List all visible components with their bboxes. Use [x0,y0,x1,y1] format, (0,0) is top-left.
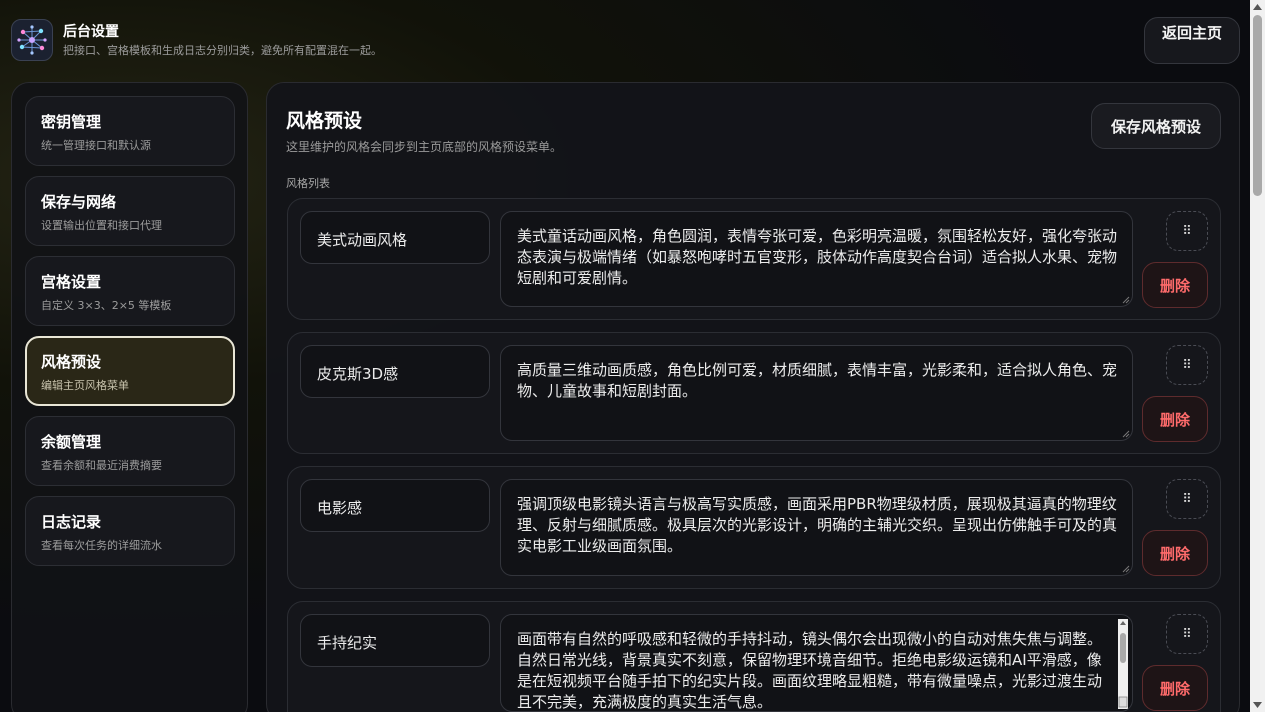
sidebar-item-title: 风格预设 [41,353,102,371]
style-desc-text: 强调顶级电影镜头语言与极高写实质感，画面采用PBR物理级材质，展现极其逼真的物理… [517,495,1118,555]
delete-button[interactable]: 删除 [1142,665,1208,711]
resize-grip-icon[interactable] [1122,565,1130,573]
style-name-input[interactable]: 电影感 [300,479,490,532]
sidebar-item-desc: 查看余额和最近消费摘要 [41,459,162,472]
page-scrollbar[interactable] [1250,0,1265,712]
sidebar-item-title: 密钥管理 [41,113,102,131]
drag-handle-icon[interactable]: ⠿ [1166,211,1208,251]
sidebar-item-keys[interactable]: 密钥管理 统一管理接口和默认源 [25,96,235,166]
delete-button[interactable]: 删除 [1142,262,1208,308]
scroll-down-icon[interactable] [1253,702,1262,708]
style-presets-panel: 风格预设 这里维护的风格会同步到主页底部的风格预设菜单。 保存风格预设 风格列表… [266,82,1240,712]
delete-button[interactable]: 删除 [1142,530,1208,576]
page-title: 风格预设 [286,110,363,132]
sidebar-item-desc: 查看每次任务的详细流水 [41,539,162,552]
drag-handle-icon[interactable]: ⠿ [1166,345,1208,385]
style-desc-textarea[interactable]: 强调顶级电影镜头语言与极高写实质感，画面采用PBR物理级材质，展现极其逼真的物理… [500,479,1133,576]
style-desc-text: 高质量三维动画质感，角色比例可爱，材质细腻，表情丰富，光影柔和，适合拟人角色、宠… [517,361,1118,400]
sidebar-item-save-network[interactable]: 保存与网络 设置输出位置和接口代理 [25,176,235,246]
delete-button[interactable]: 删除 [1142,396,1208,442]
style-card: 皮克斯3D感 高质量三维动画质感，角色比例可爱，材质细腻，表情丰富，光影柔和，适… [287,332,1221,454]
style-desc-textarea[interactable]: 美式童话动画风格，角色圆润，表情夸张可爱，色彩明亮温暖，氛围轻松友好，强化夸张动… [500,211,1133,307]
scrollbar-thumb[interactable] [1253,15,1262,196]
app-title: 后台设置 [63,24,119,40]
sidebar-item-desc: 统一管理接口和默认源 [41,139,151,152]
save-style-presets-button[interactable]: 保存风格预设 [1091,103,1221,149]
app-subtitle: 把接口、宫格模板和生成日志分别归类，避免所有配置混在一起。 [63,44,382,57]
settings-sidebar: 密钥管理 统一管理接口和默认源 保存与网络 设置输出位置和接口代理 宫格设置 自… [11,82,248,712]
sidebar-item-style-presets[interactable]: 风格预设 编辑主页风格菜单 [25,336,235,406]
scroll-up-icon[interactable] [1253,4,1262,10]
drag-handle-icon[interactable]: ⠿ [1166,479,1208,519]
sidebar-item-desc: 编辑主页风格菜单 [41,379,129,392]
sidebar-item-desc: 自定义 3×3、2×5 等模板 [41,299,172,312]
sidebar-item-grid[interactable]: 宫格设置 自定义 3×3、2×5 等模板 [25,256,235,326]
sidebar-item-title: 保存与网络 [41,193,117,211]
textarea-scrollbar[interactable] [1118,619,1128,709]
style-name-input[interactable]: 皮克斯3D感 [300,345,490,398]
style-name-input[interactable]: 手持纪实 [300,614,490,667]
style-list-label: 风格列表 [286,177,330,190]
sidebar-item-title: 宫格设置 [41,273,102,291]
style-card: 手持纪实 画面带有自然的呼吸感和轻微的手持抖动，镜头偶尔会出现微小的自动对焦失焦… [287,601,1221,712]
style-card: 电影感 强调顶级电影镜头语言与极高写实质感，画面采用PBR物理级材质，展现极其逼… [287,466,1221,589]
style-desc-textarea[interactable]: 画面带有自然的呼吸感和轻微的手持抖动，镜头偶尔会出现微小的自动对焦失焦与调整。自… [500,614,1133,712]
style-desc-textarea[interactable]: 高质量三维动画质感，角色比例可爱，材质细腻，表情丰富，光影柔和，适合拟人角色、宠… [500,345,1133,441]
resize-grip-icon[interactable] [1122,430,1130,438]
sidebar-item-desc: 设置输出位置和接口代理 [41,219,162,232]
style-desc-text: 画面带有自然的呼吸感和轻微的手持抖动，镜头偶尔会出现微小的自动对焦失焦与调整。自… [517,630,1103,711]
sidebar-item-logs[interactable]: 日志记录 查看每次任务的详细流水 [25,496,235,566]
style-name-input[interactable]: 美式动画风格 [300,211,490,264]
sidebar-item-title: 日志记录 [41,513,102,531]
style-desc-text: 美式童话动画风格，角色圆润，表情夸张可爱，色彩明亮温暖，氛围轻松友好，强化夸张动… [517,227,1118,287]
network-graph-icon [11,19,53,61]
page-subtitle: 这里维护的风格会同步到主页底部的风格预设菜单。 [286,140,563,154]
resize-grip-icon[interactable] [1122,296,1130,304]
style-card: 美式动画风格 美式童话动画风格，角色圆润，表情夸张可爱，色彩明亮温暖，氛围轻松友… [287,198,1221,320]
top-header: 后台设置 把接口、宫格模板和生成日志分别归类，避免所有配置混在一起。 返回主页 [0,0,1250,80]
drag-handle-icon[interactable]: ⠿ [1166,614,1208,654]
sidebar-item-title: 余额管理 [41,433,102,451]
sidebar-item-balance[interactable]: 余额管理 查看余额和最近消费摘要 [25,416,235,486]
back-home-button[interactable]: 返回主页 [1144,17,1240,64]
